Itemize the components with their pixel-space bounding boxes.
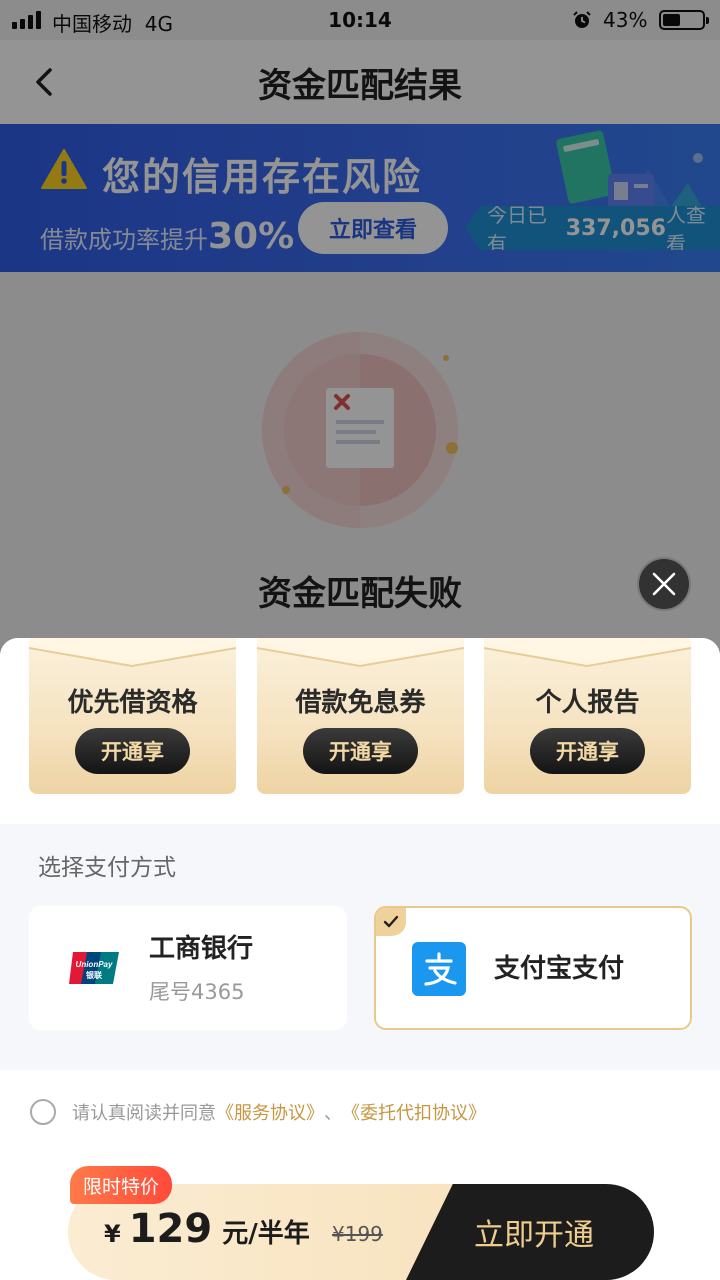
price-unit: 元/半年 xyxy=(222,1219,310,1249)
agreement-text: 请认真阅读并同意 xyxy=(72,1103,216,1124)
benefit-card-coupon: 借款免息券 开通享 xyxy=(257,638,464,794)
benefit-name: 个人报告 xyxy=(535,688,640,718)
agreement-row: 请认真阅读并同意 《服务协议》 、 《委托代扣协议》 xyxy=(30,1098,486,1126)
payment-method-label: 选择支付方式 xyxy=(38,855,176,881)
benefit-name: 借款免息券 xyxy=(295,688,426,718)
withholding-agreement-link[interactable]: 《委托代扣协议》 xyxy=(342,1099,486,1125)
card-tail-number: 尾号4365 xyxy=(149,980,245,1004)
payment-option-bank[interactable]: UnionPay 银联 工商银行 尾号4365 xyxy=(29,906,347,1030)
original-price: ¥199 xyxy=(332,1222,383,1246)
alipay-name: 支付宝支付 xyxy=(494,954,625,984)
selected-check-icon xyxy=(376,908,406,936)
agreement-separator: 、 xyxy=(324,1103,342,1124)
price: ¥ 129 元/半年 xyxy=(104,1206,310,1252)
activate-benefit-button[interactable]: 开通享 xyxy=(75,728,190,774)
bank-name: 工商银行 xyxy=(149,934,254,964)
payment-method-section: 选择支付方式 UnionPay 银联 工商银行 尾号4365 支付宝支付 xyxy=(0,824,720,1070)
agreement-checkbox[interactable] xyxy=(30,1099,56,1125)
close-icon xyxy=(652,572,676,596)
ribbon-decoration xyxy=(484,638,691,668)
activate-now-label[interactable]: 立即开通 xyxy=(474,1210,594,1254)
benefit-card-priority: 优先借资格 开通享 xyxy=(29,638,236,794)
svg-text:UnionPay: UnionPay xyxy=(76,960,113,969)
ribbon-decoration xyxy=(257,638,464,668)
ribbon-decoration xyxy=(29,638,236,668)
currency-symbol: ¥ xyxy=(104,1220,121,1248)
payment-option-alipay[interactable]: 支付宝支付 xyxy=(374,906,692,1030)
benefits-row: 优先借资格 开通享 借款免息券 开通享 个人报告 开通享 xyxy=(0,638,720,824)
activate-benefit-button[interactable]: 开通享 xyxy=(303,728,418,774)
benefit-name: 优先借资格 xyxy=(67,688,198,718)
membership-sheet: 优先借资格 开通享 借款免息券 开通享 个人报告 开通享 选择支付方式 Unio… xyxy=(0,638,720,1280)
alipay-icon xyxy=(412,942,466,996)
promo-tag: 限时特价 xyxy=(70,1166,172,1204)
svg-text:银联: 银联 xyxy=(85,970,102,980)
price-amount: 129 xyxy=(128,1206,213,1252)
close-button[interactable] xyxy=(637,557,691,611)
benefit-card-report: 个人报告 开通享 xyxy=(484,638,691,794)
unionpay-icon: UnionPay 银联 xyxy=(69,952,119,984)
service-agreement-link[interactable]: 《服务协议》 xyxy=(216,1099,324,1125)
activate-benefit-button[interactable]: 开通享 xyxy=(530,728,645,774)
